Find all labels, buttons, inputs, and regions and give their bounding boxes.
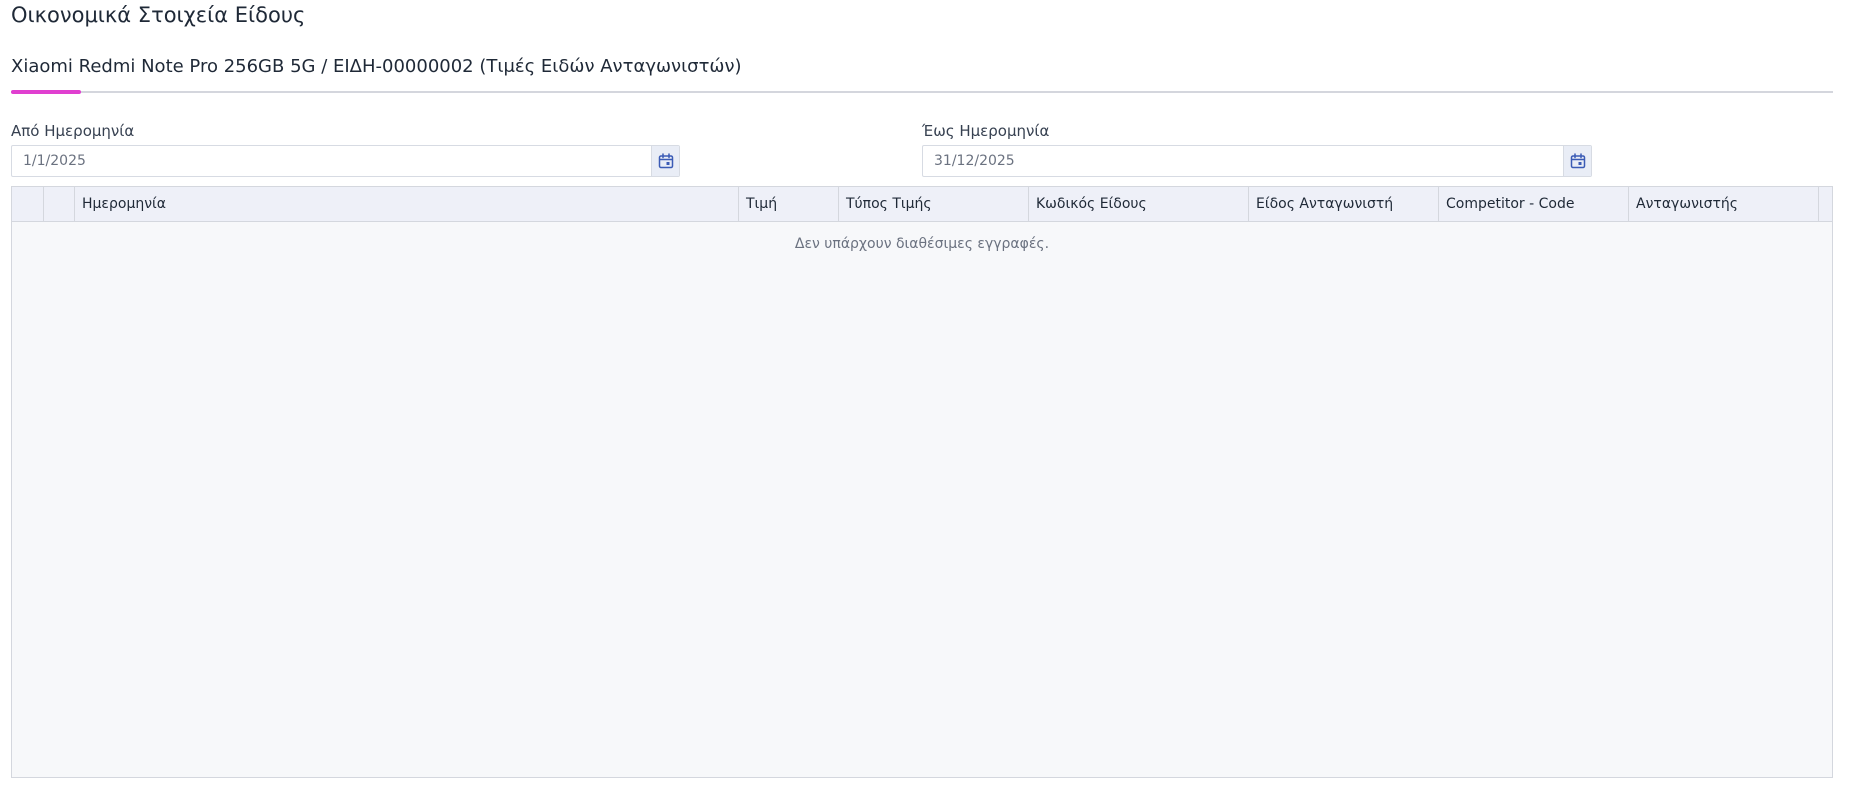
tab-divider [11, 91, 1833, 93]
column-header-price[interactable]: Τιμή [739, 187, 839, 221]
to-date-input[interactable] [923, 146, 1564, 176]
column-header-item-code[interactable]: Κωδικός Είδους [1029, 187, 1249, 221]
column-header-price-type[interactable]: Τύπος Τιμής [839, 187, 1029, 221]
from-date-group: Από Ημερομηνία [11, 122, 680, 177]
from-date-input[interactable] [12, 146, 652, 176]
from-date-field [11, 145, 680, 177]
to-date-calendar-button[interactable] [1563, 146, 1591, 176]
to-date-group: Έως Ημερομηνία [922, 122, 1592, 177]
column-header-date[interactable]: Ημερομηνία [75, 187, 739, 221]
calendar-icon [1570, 153, 1585, 169]
column-header-competitor[interactable]: Ανταγωνιστής [1629, 187, 1819, 221]
column-header-competitor-item[interactable]: Είδος Ανταγωνιστή [1249, 187, 1439, 221]
column-header-competitor-code[interactable]: Competitor - Code [1439, 187, 1629, 221]
competitor-prices-grid: Ημερομηνία Τιμή Τύπος Τιμής Κωδικός Είδο… [11, 186, 1833, 778]
grid-empty-message: Δεν υπάρχουν διαθέσιμες εγγραφές. [794, 236, 1050, 252]
page-title: Οικονομικά Στοιχεία Είδους [11, 3, 306, 27]
grid-header: Ημερομηνία Τιμή Τύπος Τιμής Κωδικός Είδο… [12, 187, 1832, 222]
tab-active-indicator [11, 90, 81, 94]
page: Οικονομικά Στοιχεία Είδους Xiaomi Redmi … [0, 0, 1857, 792]
grid-header-expand-cell [44, 187, 75, 221]
from-date-calendar-button[interactable] [651, 146, 679, 176]
to-date-field [922, 145, 1592, 177]
from-date-label: Από Ημερομηνία [11, 122, 135, 140]
tab-item-competitor-prices[interactable]: Xiaomi Redmi Note Pro 256GB 5G / ΕΙΔΗ-00… [11, 56, 742, 77]
to-date-label: Έως Ημερομηνία [922, 122, 1050, 140]
calendar-icon [658, 153, 673, 169]
tab-strip: Xiaomi Redmi Note Pro 256GB 5G / ΕΙΔΗ-00… [11, 56, 1833, 94]
grid-header-select-cell[interactable] [12, 187, 44, 221]
